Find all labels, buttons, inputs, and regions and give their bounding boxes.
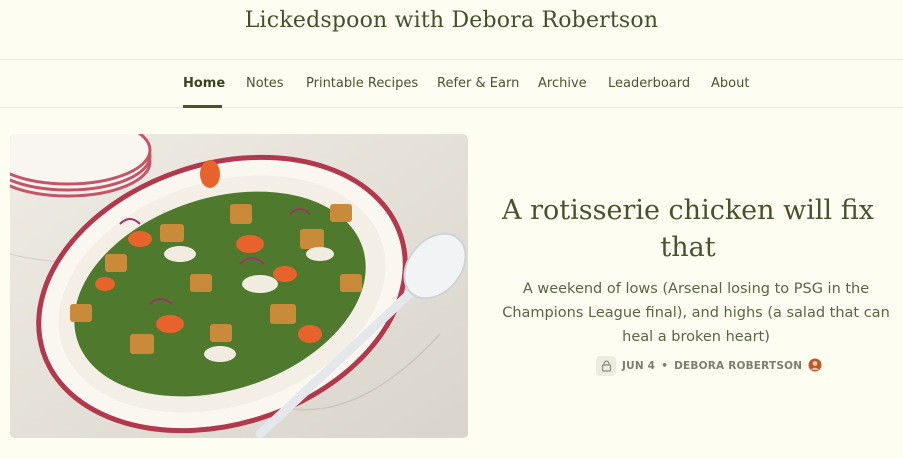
post-date: JUN 4 bbox=[622, 360, 656, 372]
nav-item-archive[interactable]: Archive bbox=[538, 76, 587, 91]
avatar-icon[interactable] bbox=[808, 358, 822, 375]
main-nav: Home Notes Printable Recipes Refer & Ear… bbox=[0, 60, 903, 108]
meta-separator: • bbox=[661, 360, 669, 372]
lock-icon bbox=[596, 356, 616, 376]
nav-item-refer-earn[interactable]: Refer & Earn bbox=[437, 76, 519, 91]
active-tab-indicator bbox=[183, 105, 222, 108]
nav-item-about[interactable]: About bbox=[711, 76, 749, 91]
site-header: Lickedspoon with Debora Robertson bbox=[0, 0, 903, 60]
post-subtitle: A weekend of lows (Arsenal losing to PSG… bbox=[502, 281, 890, 345]
post-title[interactable]: A rotisserie chicken will fix that bbox=[478, 192, 898, 266]
post-hero-image[interactable] bbox=[10, 134, 468, 438]
salad-illustration bbox=[10, 134, 468, 438]
post-meta: JUN 4 • DEBORA ROBERTSON bbox=[596, 356, 822, 376]
nav-item-printable-recipes[interactable]: Printable Recipes bbox=[306, 76, 418, 91]
site-title[interactable]: Lickedspoon with Debora Robertson bbox=[0, 8, 903, 33]
nav-item-home[interactable]: Home bbox=[183, 76, 225, 91]
post-author[interactable]: DEBORA ROBERTSON bbox=[674, 360, 802, 372]
nav-item-leaderboard[interactable]: Leaderboard bbox=[608, 76, 690, 91]
nav-item-notes[interactable]: Notes bbox=[246, 76, 284, 91]
